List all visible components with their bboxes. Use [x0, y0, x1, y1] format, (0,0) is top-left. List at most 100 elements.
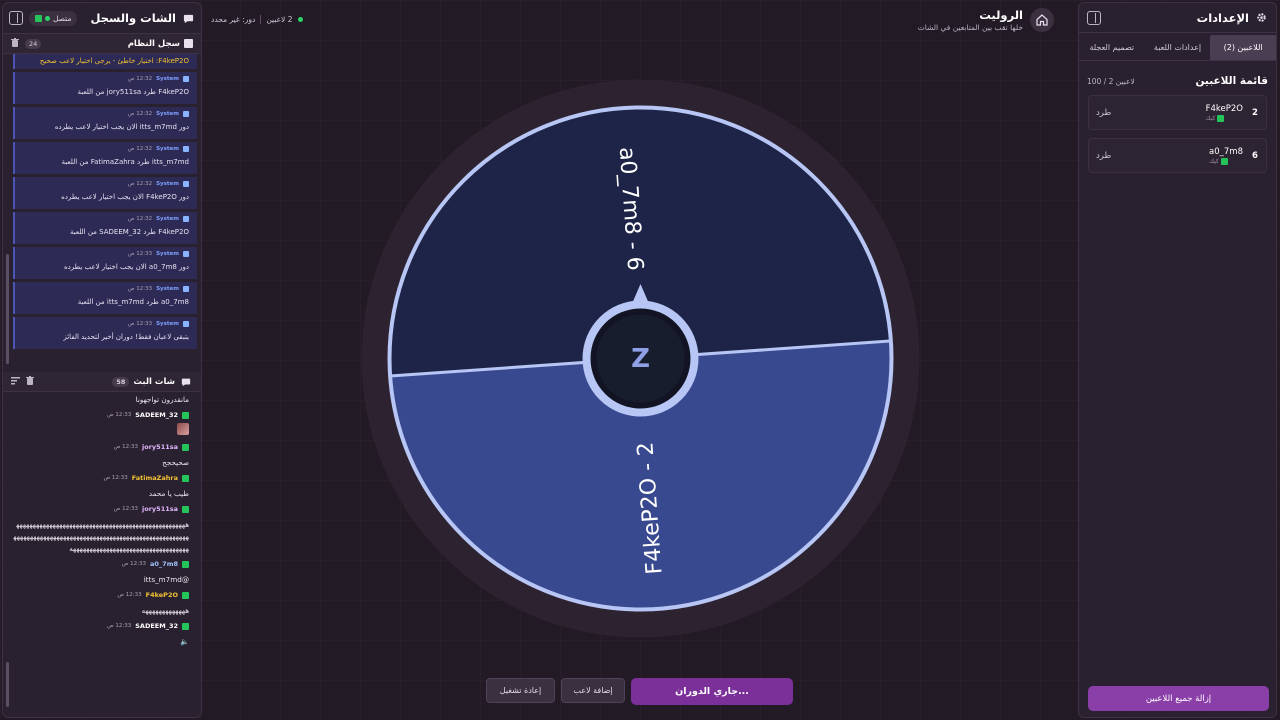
log-item: System 12:32 ص F4keP2O طرد jory511sa من ال…	[13, 72, 197, 104]
chat-username[interactable]: F4keP2O	[146, 591, 178, 599]
system-log-header: سجل النظام 24	[3, 34, 201, 54]
system-log-scrollbar[interactable]	[6, 254, 9, 364]
players-list-title: قائمة اللاعبين	[1195, 75, 1268, 87]
kick-logo-icon	[182, 443, 189, 451]
spin-button[interactable]: جاري الدوران...	[631, 678, 793, 705]
player-card: 6 a0_7m8 كيك طرد	[1088, 138, 1267, 173]
players-list-header: قائمة اللاعبين 100 / 2 لاعبين	[1079, 61, 1276, 87]
room-title-group: الروليت خلها تقب بين المتابعين في الشات	[918, 8, 1054, 32]
chat-username[interactable]: SADEEM_32	[135, 411, 178, 419]
wheel-controls: إعادة تشغيل إضافة لاعب جاري الدوران...	[486, 678, 793, 705]
shield-icon	[183, 111, 189, 117]
kick-logo-icon	[1220, 157, 1228, 165]
chat-text: صحيحجح	[162, 458, 189, 467]
filter-icon[interactable]	[11, 375, 20, 388]
kick-logo-icon	[1217, 114, 1225, 122]
log-sender: System	[156, 76, 179, 82]
chat-username[interactable]: a0_7m8	[150, 560, 178, 568]
tab-wheel-design[interactable]: تصميم العجلة	[1079, 35, 1145, 60]
chat-message: jory511sa 12:33 ص هههههههههههههههههههههههه…	[13, 505, 189, 555]
online-dot-icon	[297, 17, 303, 22]
log-text: F4keP2O طرد jory511sa من اللعبة	[77, 88, 189, 96]
trash-icon[interactable]	[11, 37, 19, 50]
chat-username[interactable]: FatimaZahra	[132, 474, 178, 482]
add-player-button[interactable]: إضافة لاعب	[561, 678, 625, 703]
restart-button[interactable]: إعادة تشغيل	[486, 678, 555, 703]
log-icon	[184, 39, 193, 48]
log-item: System 12:33 ص دور a0_7m8 الان يجب اختيار …	[13, 247, 197, 279]
settings-panel: الإعدادات اللاعبين (2) إعدادات اللعبة تص…	[1078, 2, 1277, 718]
player-number: 6	[1252, 150, 1258, 161]
top-bar: الروليت خلها تقب بين المتابعين في الشات …	[205, 0, 1074, 40]
remove-all-players-button[interactable]: إزالة جميع اللاعبين	[1088, 686, 1269, 711]
chat-username[interactable]: SADEEM_32	[135, 622, 178, 630]
system-log-count: 24	[25, 38, 42, 49]
connection-status-text: متصل	[53, 13, 72, 23]
log-text: يتبقى لاعبان فقط! دوران أخير لتحديد الفا…	[63, 333, 189, 341]
log-item: System 12:32 ص دور F4keP2O الان يجب اختيار…	[13, 177, 197, 209]
log-item: System 12:32 ص itts_m7md طرد FatimaZahra م…	[13, 142, 197, 174]
chat-message: jory511sa 12:33 ص صحيحجح	[13, 443, 189, 469]
live-chat-scrollbar[interactable]	[6, 662, 9, 707]
log-text: F4keP2O طرد SADEEM_32 من اللعبة	[69, 228, 189, 236]
roulette-wheel[interactable]: a0_7m8 - 6 F4keP2O - 2 Z	[361, 79, 920, 638]
player-source: كيك	[1206, 114, 1225, 122]
chat-title: الشات والسجل	[90, 11, 195, 25]
shield-icon	[183, 251, 189, 257]
log-time: 12:32 ص	[127, 76, 153, 82]
shield-icon	[183, 216, 189, 222]
log-time: 12:33 ص	[127, 286, 153, 292]
divider	[260, 15, 262, 24]
chat-username[interactable]: jory511sa	[142, 505, 178, 513]
chat-text: @itts_m7md	[143, 575, 189, 584]
game-status: 2 لاعبين دور: غير محدد	[211, 15, 303, 24]
chat-username[interactable]: jory511sa	[142, 443, 178, 451]
log-time: 12:32 ص	[127, 111, 153, 117]
collapse-chat-icon[interactable]	[9, 11, 23, 25]
chat-message: SADEEM_32 12:33 ص 🔈	[13, 622, 189, 648]
kick-logo-icon	[182, 591, 189, 599]
kick-logo-icon	[182, 474, 189, 482]
page-title: الروليت	[979, 8, 1023, 22]
log-sender: System	[156, 146, 179, 152]
chat-panel: الشات والسجل متصل سجل النظام 24 F4keP2O:…	[2, 2, 202, 718]
kick-logo-icon	[182, 505, 189, 513]
trash-icon[interactable]	[26, 375, 34, 388]
chat-header: الشات والسجل متصل	[3, 3, 201, 34]
live-chat-list: مانقدرون تواجهونا SADEEM_32 12:33 ص jory51…	[3, 392, 201, 710]
player-card: 2 F4keP2O كيك طرد	[1088, 95, 1267, 130]
settings-title: الإعدادات	[1196, 10, 1249, 25]
collapse-settings-icon[interactable]	[1087, 10, 1101, 25]
log-time: 12:33 ص	[127, 321, 153, 327]
chat-time: 12:33 ص	[121, 561, 147, 567]
chat-bubble-icon	[179, 375, 193, 389]
log-warning: F4keP2O: اختيار خاطئ - يرجى اختيار لاعب …	[13, 54, 197, 69]
chat-time: 12:33 ص	[113, 444, 139, 450]
shield-icon	[183, 76, 189, 82]
live-chat-title: شات البث	[133, 376, 175, 387]
log-time: 12:32 ص	[127, 146, 153, 152]
chat-message: F4keP2O 12:33 ص هههههههههههههه	[13, 591, 189, 617]
log-time: 12:32 ص	[127, 216, 153, 222]
log-time: 12:33 ص	[127, 251, 153, 257]
chat-time: 12:33 ص	[113, 506, 139, 512]
chat-time: 12:33 ص	[106, 412, 132, 418]
chat-text: هههههههههههههههههههههههههههههههههههههههه…	[13, 520, 189, 553]
home-button[interactable]	[1030, 8, 1054, 32]
kick-player-button[interactable]: طرد	[1096, 108, 1111, 118]
tab-players[interactable]: اللاعبين (2)	[1210, 35, 1276, 60]
log-text: دور a0_7m8 الان يجب اختيار لاعب يطرده	[63, 263, 189, 271]
settings-tabs: اللاعبين (2) إعدادات اللعبة تصميم العجلة	[1079, 35, 1276, 61]
system-log-list: F4keP2O: اختيار خاطئ - يرجى اختيار لاعب …	[3, 54, 201, 372]
kick-player-button[interactable]: طرد	[1096, 151, 1111, 161]
shield-icon	[183, 321, 189, 327]
home-icon	[1036, 14, 1048, 26]
kick-logo-icon	[182, 622, 189, 630]
log-text: دور itts_m7md الان يجب اختيار لاعب يطرده	[54, 123, 189, 131]
emote-image	[177, 423, 189, 435]
chat-time: 12:33 ص	[117, 592, 142, 598]
player-name: a0_7m8	[1209, 146, 1243, 157]
player-source: كيك	[1209, 157, 1228, 165]
turn-status: دور: غير محدد	[211, 15, 256, 24]
tab-game-settings[interactable]: إعدادات اللعبة	[1145, 35, 1211, 60]
